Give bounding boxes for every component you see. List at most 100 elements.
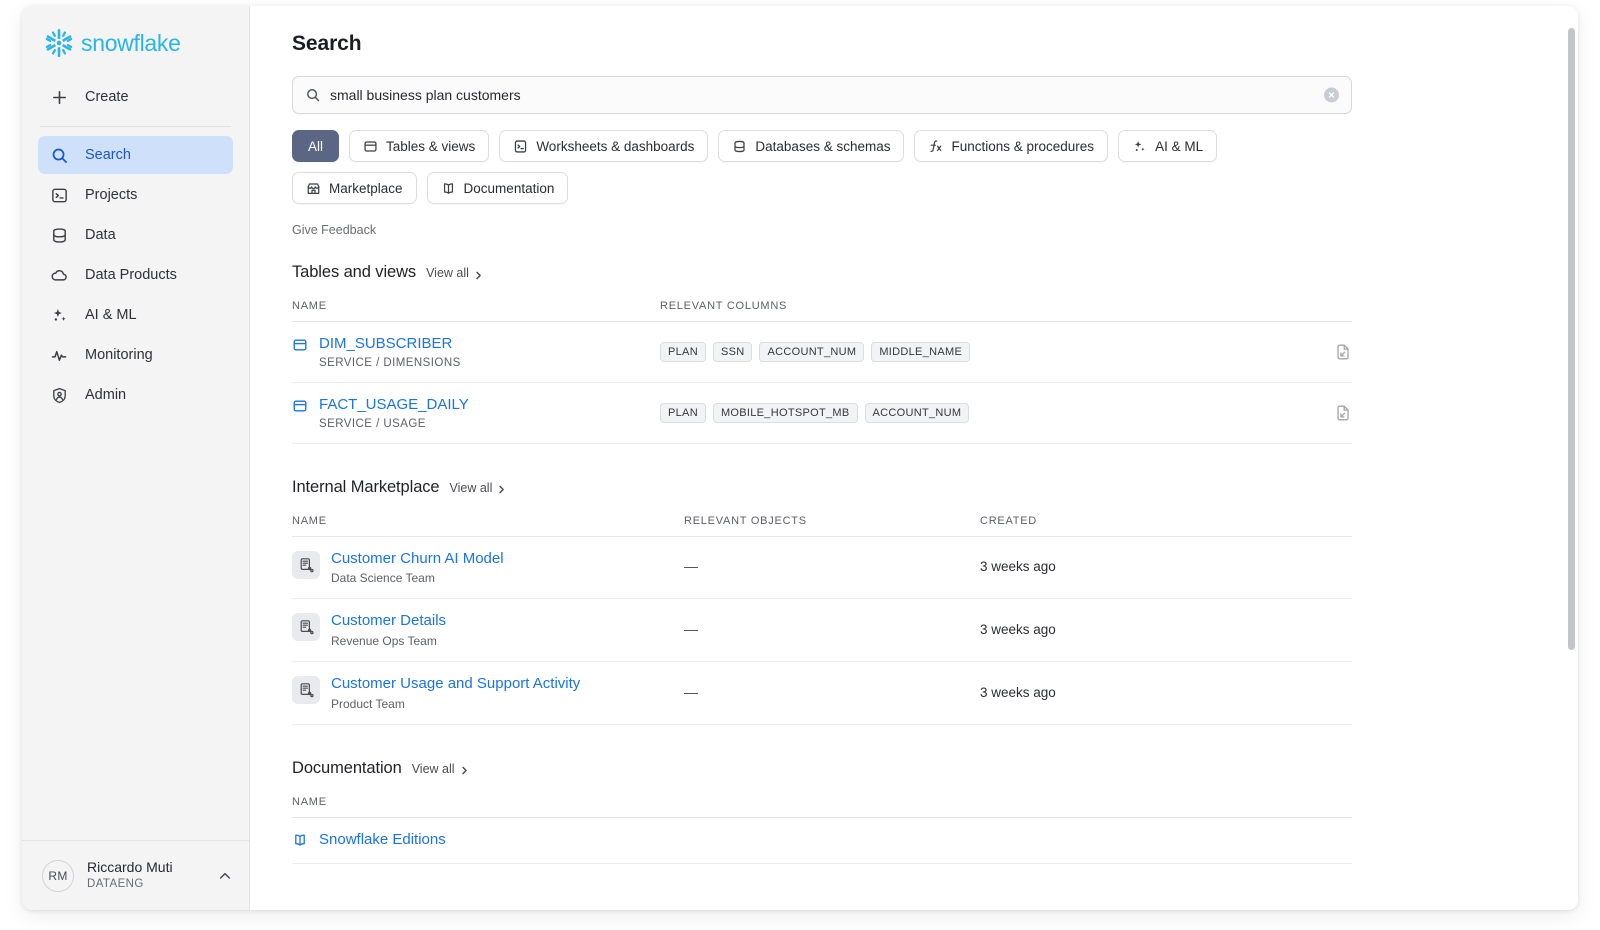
search-icon [305,87,321,103]
relevant-columns-tags: PLAN MOBILE_HOTSPOT_MB ACCOUNT_NUM [660,402,1312,423]
filter-chip-all[interactable]: All [292,130,340,162]
table-row[interactable]: DIM_SUBSCRIBER SERVICE / DIMENSIONS PLAN… [292,321,1352,383]
column-header-name: NAME [292,514,684,537]
sidebar-nav: Search Projects Data Data Products AI & … [22,136,249,414]
result-title[interactable]: DIM_SUBSCRIBER [319,335,452,352]
table-icon [292,337,308,353]
result-title[interactable]: Customer Usage and Support Activity [331,675,580,692]
table-icon [363,139,378,154]
avatar: RM [42,859,74,892]
result-title[interactable]: FACT_USAGE_DAILY [319,396,469,413]
chevron-right-icon [460,764,469,775]
filter-chip-label: Databases & schemas [755,138,891,154]
table-row[interactable]: FACT_USAGE_DAILY SERVICE / USAGE PLAN MO… [292,382,1352,444]
shield-person-icon [50,386,69,405]
result-title[interactable]: Customer Churn AI Model [331,550,504,567]
brand-name: snowflake [81,29,181,56]
user-role: DATAENG [87,877,144,890]
sidebar-item-label: Projects [85,186,138,203]
column-header-relevant-columns: RELEVANT COLUMNS [660,300,1312,322]
sparkle-icon [1132,139,1147,154]
user-meta: Riccardo Muti DATAENG [87,859,204,891]
filter-chip-label: Documentation [463,180,555,196]
column-tag: SSN [712,341,753,362]
filter-chip-label: Marketplace [329,180,403,196]
sidebar-item-data-products[interactable]: Data Products [38,256,233,294]
result-name-cell: DIM_SUBSCRIBER SERVICE / DIMENSIONS [292,335,660,369]
function-icon [928,139,943,154]
filter-chip-label: Functions & procedures [951,138,1095,154]
relevant-objects-value: — [684,683,698,700]
column-header-name: NAME [292,795,1352,818]
sidebar-item-data[interactable]: Data [38,216,233,254]
table-row[interactable]: Customer Churn AI Model Data Science Tea… [292,536,1352,600]
result-name-cell: Customer Details Revenue Ops Team [292,612,684,648]
column-header-relevant-objects: RELEVANT OBJECTS [684,514,980,537]
sidebar-item-ai-ml[interactable]: AI & ML [38,296,233,334]
section-internal-marketplace: Internal Marketplace View all NAME RELEV… [292,478,1352,725]
brand-logo-area[interactable]: snowflake [22,6,249,76]
sidebar-item-projects[interactable]: Projects [38,176,233,214]
scrollbar-thumb[interactable] [1568,28,1575,650]
documentation-table: NAME Snowflake Editions [292,795,1352,864]
listing-share-icon [292,613,320,642]
chevron-up-icon[interactable] [217,868,233,884]
open-preview-icon[interactable] [1334,343,1352,361]
view-all-link[interactable]: View all [412,762,469,776]
created-value: 3 weeks ago [980,622,1056,638]
column-tag: PLAN [660,341,706,362]
section-title: Internal Marketplace [292,477,440,496]
filter-chip-worksheets-dashboards[interactable]: Worksheets & dashboards [499,130,709,162]
tables-and-views-table: NAME RELEVANT COLUMNS DIM_SUBSCRIBER SER… [292,300,1352,444]
column-tag: ACCOUNT_NUM [759,341,865,362]
snowflake-logo-icon [44,28,74,58]
database-icon [50,226,69,245]
result-title[interactable]: Customer Details [331,612,446,629]
content-column: Search small business plan customers All… [292,32,1352,864]
table-row[interactable]: Customer Usage and Support Activity Prod… [292,661,1352,725]
table-header-row: NAME RELEVANT COLUMNS [292,300,1352,322]
table-row[interactable]: Customer Details Revenue Ops Team — 3 we… [292,598,1352,662]
main-content: Search small business plan customers All… [250,6,1578,910]
column-tag: ACCOUNT_NUM [864,402,970,423]
clear-search-button[interactable] [1324,87,1339,103]
section-documentation: Documentation View all NAME Snowflake Ed… [292,759,1352,864]
view-all-link[interactable]: View all [450,481,507,495]
relevant-objects-value: — [684,558,698,575]
internal-marketplace-table: NAME RELEVANT OBJECTS CREATED Customer C… [292,514,1352,725]
result-title[interactable]: Snowflake Editions [319,831,446,850]
search-bar[interactable] [292,76,1352,114]
book-icon [292,832,308,848]
search-input[interactable] [330,87,1317,103]
filter-chip-tables-views[interactable]: Tables & views [349,130,490,162]
sparkle-icon [50,306,69,325]
sidebar-item-monitoring[interactable]: Monitoring [38,336,233,374]
filter-chip-label: Worksheets & dashboards [536,138,695,154]
activity-pulse-icon [50,346,69,365]
created-value: 3 weeks ago [980,559,1056,575]
filter-chip-documentation[interactable]: Documentation [426,172,569,204]
section-header: Documentation View all [292,759,1352,778]
filter-chip-functions-procedures[interactable]: Functions & procedures [914,130,1109,162]
column-tag: MIDDLE_NAME [871,341,971,362]
sidebar-item-admin[interactable]: Admin [38,376,233,414]
result-path: SERVICE / DIMENSIONS [319,356,461,369]
filter-chip-marketplace[interactable]: Marketplace [292,172,417,204]
filter-chip-label: AI & ML [1155,138,1204,154]
result-name-cell: Customer Usage and Support Activity Prod… [292,675,684,711]
open-preview-icon[interactable] [1334,404,1352,422]
create-button[interactable]: Create [38,78,233,116]
filter-chip-databases-schemas[interactable]: Databases & schemas [718,130,905,162]
relevant-columns-tags: PLAN SSN ACCOUNT_NUM MIDDLE_NAME [660,341,1312,362]
sidebar-item-search[interactable]: Search [38,136,233,174]
section-tables-and-views: Tables and views View all NAME RELEVANT … [292,263,1352,444]
vertical-scrollbar[interactable] [1564,6,1578,910]
section-title: Tables and views [292,263,417,281]
filter-chip-ai-ml[interactable]: AI & ML [1118,130,1218,162]
give-feedback-link[interactable]: Give Feedback [292,223,1352,237]
table-header-row: NAME RELEVANT OBJECTS CREATED [292,514,1352,537]
table-row[interactable]: Snowflake Editions [292,817,1352,864]
listing-share-icon [292,676,320,704]
user-profile-button[interactable]: RM Riccardo Muti DATAENG [22,840,249,910]
view-all-link[interactable]: View all [426,266,483,280]
